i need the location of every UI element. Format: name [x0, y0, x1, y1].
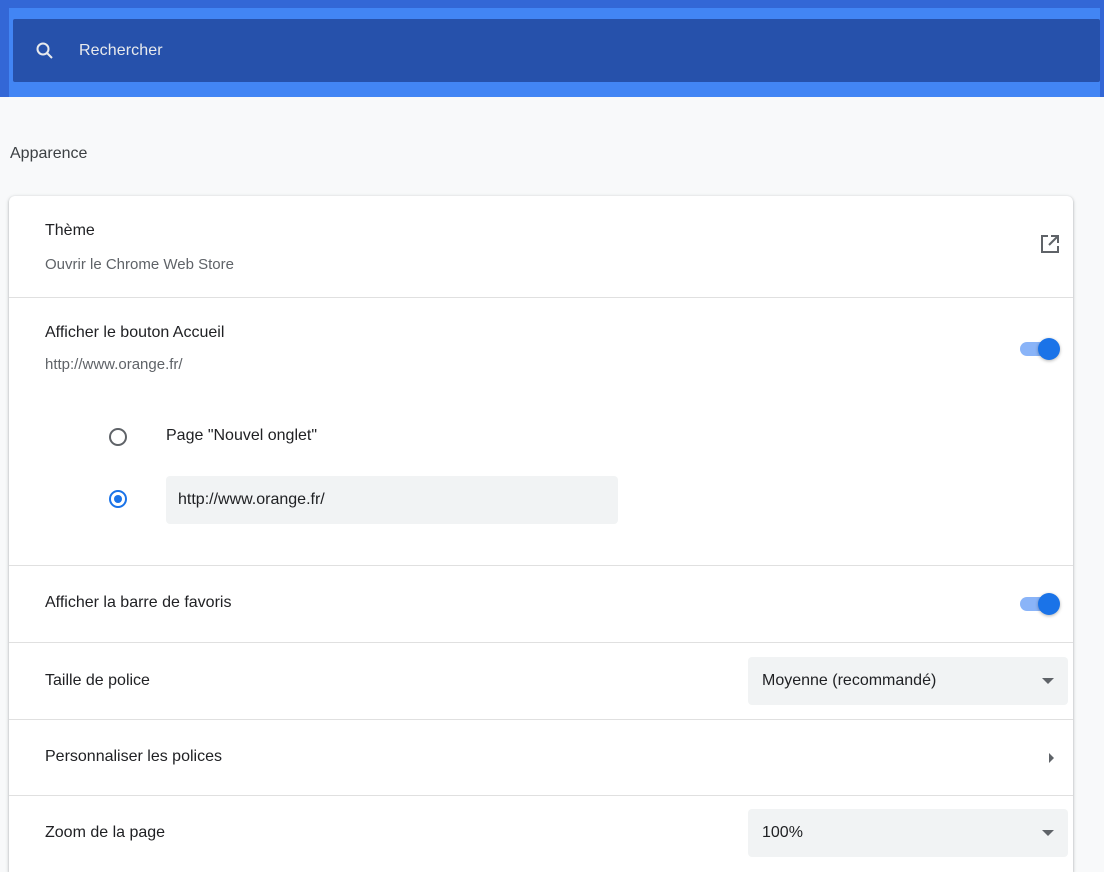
top-bar: Rechercher	[0, 0, 1104, 97]
customize-fonts-label: Personnaliser les polices	[45, 748, 222, 765]
section-title-appearance: Apparence	[10, 145, 88, 162]
chevron-right-icon[interactable]	[1049, 753, 1054, 763]
radio-custom-url[interactable]	[109, 490, 127, 508]
radio-new-tab-page[interactable]	[109, 428, 127, 446]
page-zoom-row: Zoom de la page 100%	[9, 796, 1073, 872]
search-box[interactable]: Rechercher	[13, 19, 1100, 82]
font-size-select[interactable]: Moyenne (recommandé)	[748, 657, 1068, 705]
search-input[interactable]: Rechercher	[79, 42, 163, 60]
font-size-label: Taille de police	[45, 672, 150, 689]
page-zoom-select[interactable]: 100%	[748, 809, 1068, 857]
home-button-toggle[interactable]	[1020, 338, 1060, 360]
theme-row[interactable]: Thème Ouvrir le Chrome Web Store	[9, 196, 1073, 298]
search-icon[interactable]	[35, 41, 55, 61]
home-button-row: Afficher le bouton Accueil http://www.or…	[9, 298, 1073, 566]
page-zoom-selected: 100%	[762, 824, 803, 841]
appearance-card: Thème Ouvrir le Chrome Web Store Affiche…	[9, 196, 1073, 872]
dropdown-arrow-icon	[1042, 678, 1054, 684]
theme-label: Thème	[45, 222, 95, 239]
theme-sublabel: Ouvrir le Chrome Web Store	[45, 256, 234, 273]
customize-fonts-row[interactable]: Personnaliser les polices	[9, 720, 1073, 796]
radio-new-tab-label: Page "Nouvel onglet"	[166, 427, 318, 444]
home-url-input[interactable]	[166, 476, 618, 524]
home-button-url: http://www.orange.fr/	[45, 356, 183, 373]
bookmarks-bar-label: Afficher la barre de favoris	[45, 594, 232, 611]
dropdown-arrow-icon	[1042, 830, 1054, 836]
toggle-knob	[1038, 338, 1060, 360]
font-size-selected: Moyenne (recommandé)	[762, 672, 937, 689]
bookmarks-bar-row: Afficher la barre de favoris	[9, 566, 1073, 643]
open-in-new-icon[interactable]	[1040, 234, 1060, 259]
page-zoom-label: Zoom de la page	[45, 824, 166, 841]
home-button-label: Afficher le bouton Accueil	[45, 324, 225, 341]
toggle-knob	[1038, 593, 1060, 615]
bookmarks-bar-toggle[interactable]	[1020, 593, 1060, 615]
font-size-row: Taille de police Moyenne (recommandé)	[9, 643, 1073, 720]
